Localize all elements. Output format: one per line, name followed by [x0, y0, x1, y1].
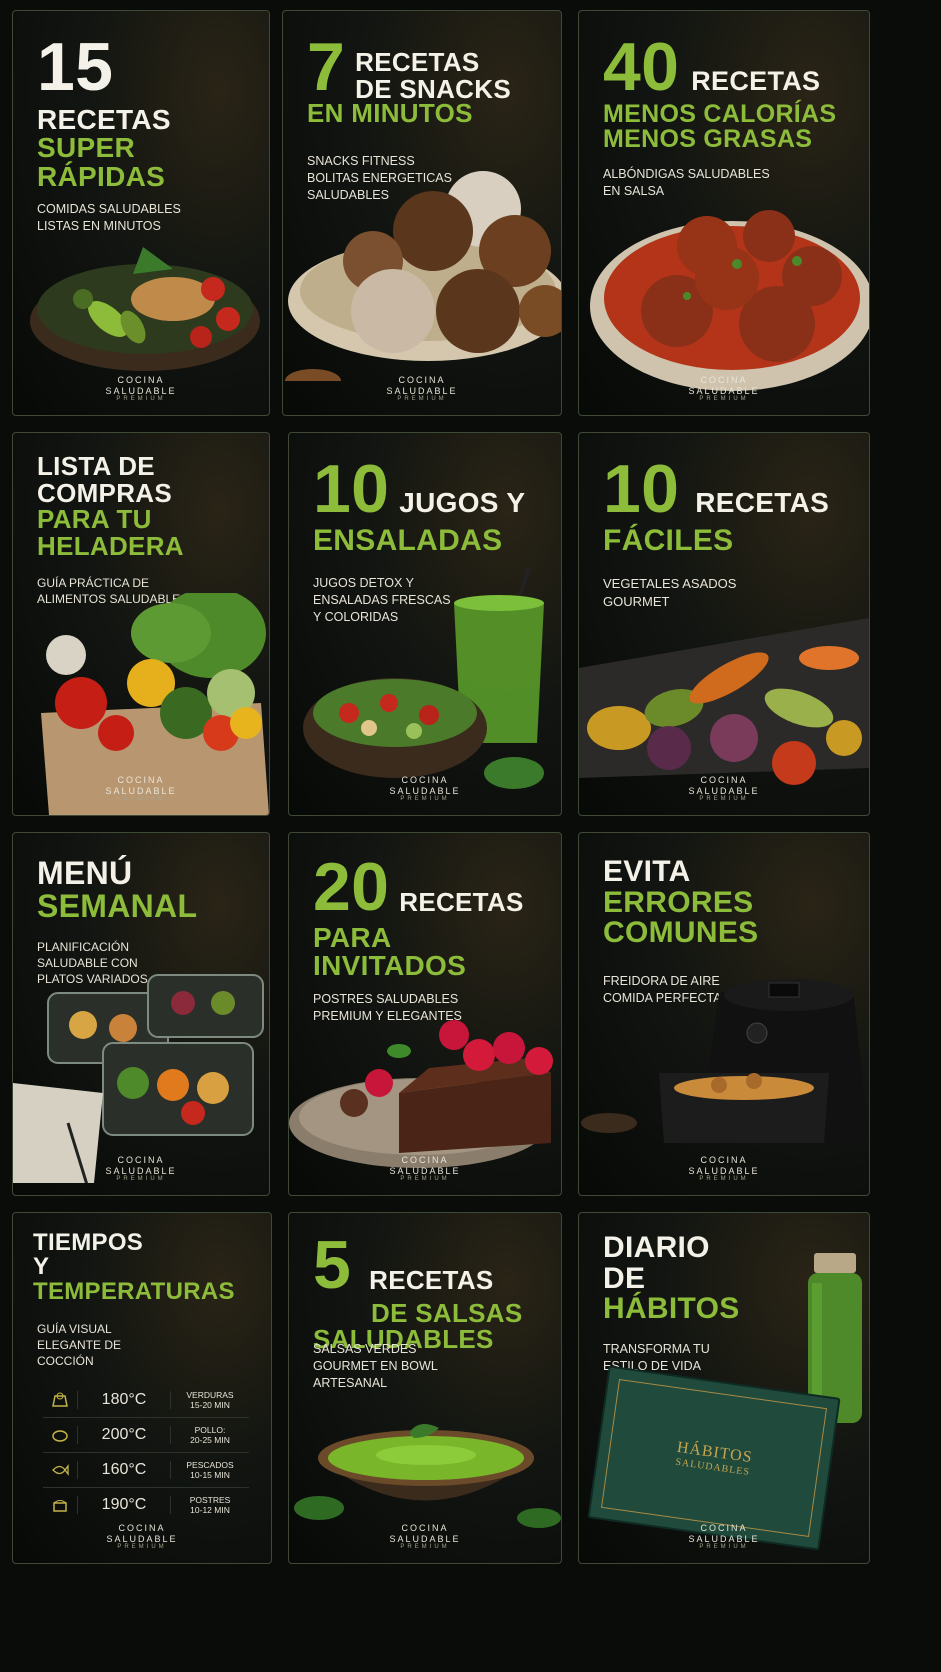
card-title: EVITA ERRORES COMUNES — [603, 855, 759, 950]
table-row: 190°C POSTRES 10-12 MIN — [43, 1488, 249, 1522]
title-number: 15 — [37, 29, 114, 105]
salad-bowl-illustration — [30, 247, 260, 371]
title-number: 5 — [313, 1227, 352, 1303]
chocolate-cake-illustration — [289, 1020, 553, 1168]
title-number: 7 — [307, 29, 346, 105]
green-sauce-bowl-illustration — [294, 1424, 561, 1528]
card-lista-de-compras[interactable]: LISTA DE COMPRAS PARA TU HELADERA GUÍA P… — [12, 432, 270, 816]
title-number: 10 — [313, 451, 390, 527]
card-20-invitados[interactable]: 20 RECETAS PARA INVITADOS POSTRES SALUDA… — [288, 832, 562, 1196]
brand-logo: COCINA SALUDABLE PREMIUM — [389, 1155, 461, 1183]
brand-logo: COCINA SALUDABLE PREMIUM — [105, 375, 177, 403]
title-number: 10 — [603, 451, 680, 527]
table-row: 200°C POLLO: 20-25 MIN — [43, 1418, 249, 1453]
chicken-icon — [43, 1427, 77, 1443]
cover-grid: 15 RECETAS SUPER RÁPIDAS COMIDAS SALUDAB… — [0, 0, 941, 1672]
table-row: 160°C PESCADOS 10-15 MIN — [43, 1453, 249, 1488]
meal-prep-containers-illustration — [13, 974, 264, 1183]
card-7-snacks[interactable]: 7 RECETAS DE SNACKS EN MINUTOS SNACKS FI… — [282, 10, 562, 416]
card-title: MENÚ SEMANAL — [37, 855, 198, 924]
brand-logo: COCINA SALUDABLE PREMIUM — [105, 1155, 177, 1183]
meatballs-bowl-illustration — [590, 210, 869, 391]
roasted-vegetables-illustration — [579, 618, 869, 785]
brand-logo: COCINA SALUDABLE PREMIUM — [688, 775, 760, 803]
title-line: SUPER — [37, 132, 135, 164]
brand-logo: COCINA SALUDABLE PREMIUM — [688, 375, 760, 403]
card-title: TIEMPOS Y TEMPERATURAS — [33, 1229, 235, 1305]
card-5-salsas[interactable]: 5 RECETAS DE SALSAS SALUDABLES SALSAS VE… — [288, 1212, 562, 1564]
card-diario-habitos[interactable]: DIARIO DE HÁBITOS TRANSFORMA TU ESTILO DE… — [578, 1212, 870, 1564]
title-line: RÁPIDAS — [37, 160, 166, 192]
card-subtitle: SALSAS VERDES GOURMET EN BOWL ARTESANAL — [313, 1342, 438, 1390]
card-tiempos-temperaturas[interactable]: TIEMPOS Y TEMPERATURAS GUÍA VISUAL ELEGAN… — [12, 1212, 272, 1564]
dessert-icon — [43, 1497, 77, 1513]
card-40-recetas[interactable]: 40 RECETAS MENOS CALORÍAS MENOS GRASAS A… — [578, 10, 870, 416]
title-line: RECETAS — [37, 103, 171, 135]
card-10-jugos[interactable]: 10 JUGOS Y ENSALADAS JUGOS DETOX Y ENSALA… — [288, 432, 562, 816]
brand-logo: COCINA SALUDABLE PREMIUM — [389, 1523, 461, 1551]
title-number: 40 — [603, 29, 680, 105]
juice-salad-illustration — [303, 567, 544, 789]
brand-logo: COCINA SALUDABLE PREMIUM — [386, 375, 458, 403]
vegetables-icon — [43, 1392, 77, 1408]
card-title: 20 RECETAS PARA INVITADOS — [313, 849, 524, 982]
card-title: 10 RECETAS FÁCILES — [603, 451, 830, 557]
brand-logo: COCINA SALUDABLE PREMIUM — [105, 775, 177, 803]
card-subtitle: VEGETALES ASADOS GOURMET — [603, 576, 737, 609]
card-title: 7 RECETAS DE SNACKS EN MINUTOS — [307, 29, 511, 129]
title-number: 20 — [313, 849, 390, 925]
table-row: 180°C VERDURAS 15-20 MIN — [43, 1383, 249, 1418]
card-title: 40 RECETAS MENOS CALORÍAS MENOS GRASAS — [603, 29, 837, 154]
card-title: 5 RECETAS DE SALSAS SALUDABLES — [313, 1227, 523, 1355]
card-menu-semanal[interactable]: MENÚ SEMANAL PLANIFICACIÓN SALUDABLE CON P… — [12, 832, 270, 1196]
energy-balls-illustration — [285, 171, 561, 381]
card-10-faciles[interactable]: 10 RECETAS FÁCILES VEGETALES ASADOS GOURM… — [578, 432, 870, 816]
brand-logo: COCINA SALUDABLE PREMIUM — [688, 1523, 760, 1551]
card-subtitle: ALBÓNDIGAS SALUDABLES EN SALSA — [603, 167, 770, 198]
card-title: 15 RECETAS SUPER RÁPIDAS — [37, 29, 255, 192]
fish-icon — [43, 1462, 77, 1478]
card-15-recetas[interactable]: 15 RECETAS SUPER RÁPIDAS COMIDAS SALUDAB… — [12, 10, 270, 416]
brand-logo: COCINA SALUDABLE PREMIUM — [389, 775, 461, 803]
card-title: LISTA DE COMPRAS PARA TU HELADERA — [37, 451, 184, 561]
air-fryer-illustration — [581, 979, 869, 1143]
card-evita-errores[interactable]: EVITA ERRORES COMUNES FREIDORA DE AIRE CO… — [578, 832, 870, 1196]
card-subtitle: GUÍA VISUAL ELEGANTE DE COCCIÓN — [37, 1322, 122, 1369]
brand-logo: COCINA SALUDABLE PREMIUM — [106, 1523, 178, 1551]
brand-logo: COCINA SALUDABLE PREMIUM — [688, 1155, 760, 1183]
cooking-temperature-table: 180°C VERDURAS 15-20 MIN 200°C POLLO: 20-2… — [43, 1383, 249, 1522]
card-subtitle: COMIDAS SALUDABLES LISTAS EN MINUTOS — [37, 202, 181, 233]
card-title: 10 JUGOS Y ENSALADAS — [313, 451, 526, 557]
